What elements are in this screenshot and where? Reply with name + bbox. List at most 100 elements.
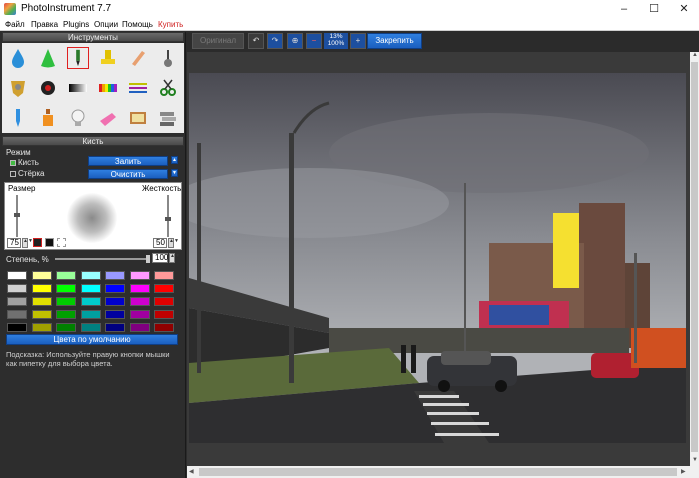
stick-icon[interactable] <box>157 47 179 69</box>
menu-file[interactable]: Файл <box>5 20 25 29</box>
color-swatch[interactable] <box>7 297 27 306</box>
color-swatch[interactable] <box>129 323 150 332</box>
color-swatch[interactable] <box>129 271 150 280</box>
rainbow-icon[interactable] <box>97 77 119 99</box>
horizontal-scroll-thumb[interactable] <box>199 468 677 476</box>
default-colors-button[interactable]: Цвета по умолчанию <box>6 334 178 345</box>
square-shape-icon[interactable] <box>45 238 54 247</box>
step-slider[interactable] <box>55 258 150 260</box>
commit-button[interactable]: Закрепить <box>367 33 422 49</box>
bulb-icon[interactable] <box>67 107 89 129</box>
color-swatch[interactable] <box>56 297 76 306</box>
color-swatch[interactable] <box>31 297 52 306</box>
photo-canvas[interactable] <box>189 73 686 443</box>
menu-edit[interactable]: Правка <box>31 20 58 29</box>
color-swatch[interactable] <box>31 323 52 332</box>
spin-down-icon[interactable]: ▼ <box>171 169 178 177</box>
color-swatch[interactable] <box>80 284 101 293</box>
hardness-slider-thumb[interactable] <box>165 217 171 221</box>
menu-plugins[interactable]: Plugins <box>63 20 89 29</box>
color-swatch[interactable] <box>7 284 27 293</box>
color-swatch[interactable] <box>7 323 27 332</box>
eye-icon[interactable] <box>37 77 59 99</box>
zoom-in-icon[interactable]: + <box>350 33 366 49</box>
scroll-down-icon[interactable]: ▼ <box>692 457 698 463</box>
size-slider-thumb[interactable] <box>14 213 20 217</box>
color-swatch[interactable] <box>7 310 27 319</box>
color-swatch[interactable] <box>56 310 76 319</box>
color-swatch[interactable] <box>105 284 125 293</box>
step-slider-thumb[interactable] <box>146 255 150 263</box>
scissors-icon[interactable] <box>157 77 179 99</box>
scroll-left-icon[interactable]: ◀ <box>189 468 194 475</box>
vertical-scroll-thumb[interactable] <box>691 62 698 452</box>
lines-icon[interactable] <box>127 77 149 99</box>
soft-shape-icon[interactable] <box>57 238 66 247</box>
color-swatch[interactable] <box>7 271 27 280</box>
round-shape-icon[interactable] <box>33 238 42 247</box>
cleaner-icon[interactable] <box>97 107 119 129</box>
zoom-fit-icon[interactable]: ⊕ <box>287 33 303 49</box>
step-spin-icon[interactable]: ▲▼ <box>169 253 180 263</box>
menu-buy[interactable]: Купить <box>158 20 183 29</box>
bottle-icon[interactable] <box>37 107 59 129</box>
color-swatch[interactable] <box>154 297 174 306</box>
color-swatch[interactable] <box>129 297 150 306</box>
brush-icon[interactable] <box>67 47 89 69</box>
shield-icon[interactable] <box>7 77 29 99</box>
color-swatch[interactable] <box>154 323 174 332</box>
color-swatch[interactable] <box>105 271 125 280</box>
maximize-button[interactable]: ☐ <box>639 0 669 19</box>
vertical-scrollbar[interactable]: ▲ ▼ <box>690 52 699 466</box>
menu-help[interactable]: Помощь <box>122 20 153 29</box>
color-swatch[interactable] <box>129 310 150 319</box>
close-button[interactable]: ✕ <box>669 0 699 19</box>
color-swatch[interactable] <box>154 310 174 319</box>
color-swatch[interactable] <box>56 271 76 280</box>
hardness-spin-icon[interactable]: ▲▼ <box>168 238 179 248</box>
redo-icon[interactable]: ↷ <box>267 33 283 49</box>
color-swatch[interactable] <box>105 310 125 319</box>
color-swatch[interactable] <box>154 271 174 280</box>
scroll-up-icon[interactable]: ▲ <box>692 52 698 58</box>
color-swatch[interactable] <box>31 271 52 280</box>
color-swatch[interactable] <box>154 284 174 293</box>
minimize-button[interactable]: – <box>609 0 639 19</box>
hardness-slider[interactable] <box>167 195 169 237</box>
original-button[interactable]: Оригинал <box>192 33 244 49</box>
color-swatch[interactable] <box>31 284 52 293</box>
color-swatch[interactable] <box>56 323 76 332</box>
color-swatch[interactable] <box>80 271 101 280</box>
spin-up-icon[interactable]: ▲ <box>171 156 178 164</box>
zoom-out-icon[interactable]: − <box>306 33 322 49</box>
tube-icon[interactable] <box>7 107 29 129</box>
scroll-right-icon[interactable]: ▶ <box>681 468 686 475</box>
color-swatch[interactable] <box>80 310 101 319</box>
color-swatch[interactable] <box>56 284 76 293</box>
size-field[interactable]: 75 <box>7 238 21 248</box>
paint-icon[interactable] <box>127 107 149 129</box>
undo-icon[interactable]: ↶ <box>248 33 264 49</box>
mode-brush-radio[interactable]: Кисть <box>10 158 39 167</box>
color-swatch[interactable] <box>105 323 125 332</box>
cone-icon[interactable] <box>37 47 59 69</box>
size-spin-icon[interactable]: ▲▼ <box>22 238 33 248</box>
gradient-icon[interactable] <box>67 77 89 99</box>
layers-icon[interactable] <box>157 107 179 129</box>
horizontal-scrollbar[interactable]: ◀ ▶ <box>187 466 690 478</box>
color-swatch[interactable] <box>105 297 125 306</box>
fill-button[interactable]: Залить <box>88 156 168 166</box>
color-swatch[interactable] <box>31 310 52 319</box>
color-swatch[interactable] <box>80 323 101 332</box>
drop-icon[interactable] <box>7 47 29 69</box>
stamp-icon[interactable] <box>97 47 119 69</box>
mode-eraser-radio[interactable]: Стёрка <box>10 169 44 178</box>
menu-options[interactable]: Опции <box>94 20 118 29</box>
hardness-field[interactable]: 50 <box>153 238 167 248</box>
canvas-area[interactable] <box>187 52 690 466</box>
clear-button[interactable]: Очистить <box>88 169 168 179</box>
color-swatch[interactable] <box>129 284 150 293</box>
eraser-icon[interactable] <box>127 47 149 69</box>
step-field[interactable]: 100 <box>152 253 168 263</box>
color-swatch[interactable] <box>80 297 101 306</box>
